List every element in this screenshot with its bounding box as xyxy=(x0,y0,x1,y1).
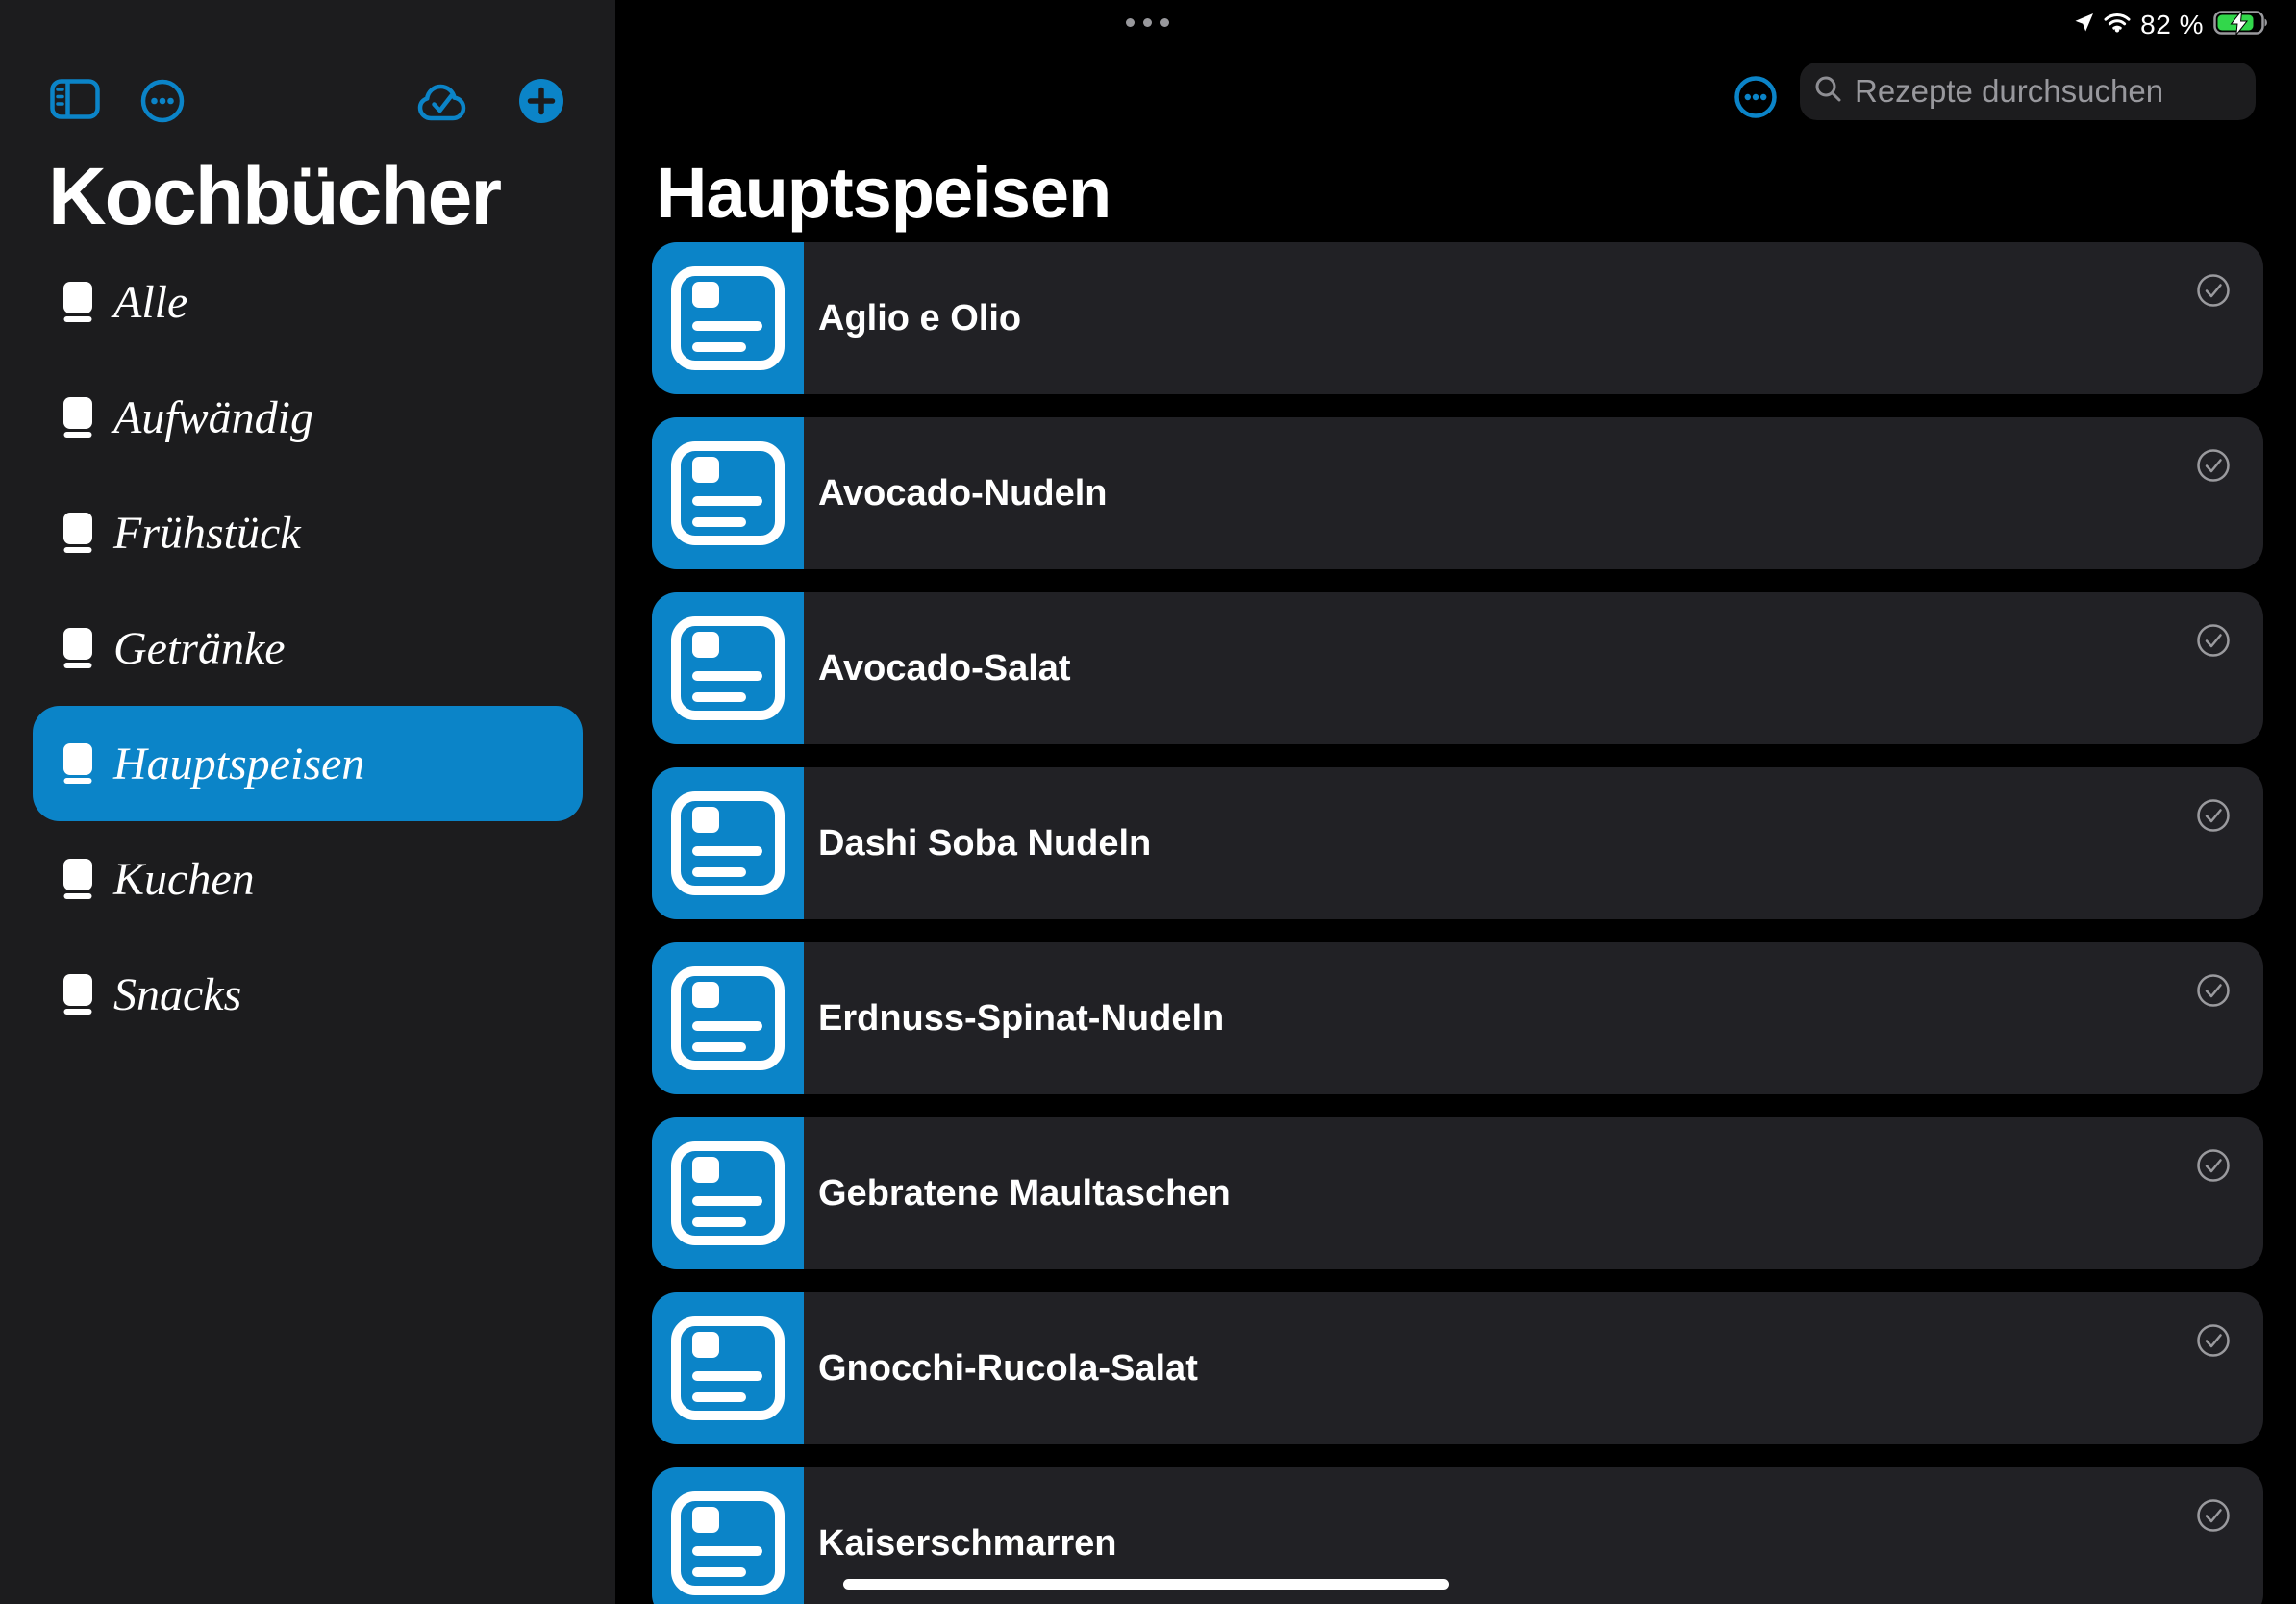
recipe-card-icon xyxy=(652,767,804,919)
recipe-card-icon xyxy=(652,592,804,744)
cookbook-list: Alle Aufwändig xyxy=(0,244,615,1052)
book-icon xyxy=(63,282,92,322)
check-circle-icon[interactable] xyxy=(2197,799,2230,832)
drag-handle-dots[interactable] xyxy=(1126,18,1169,27)
cloud-check-icon xyxy=(416,113,468,128)
search-icon xyxy=(1813,74,1843,109)
recipe-title: Gebratene Maultaschen xyxy=(818,1117,1231,1269)
battery-charging-icon xyxy=(2213,11,2269,39)
recipe-row[interactable]: Gnocchi-Rucola-Salat xyxy=(652,1292,2263,1444)
recipe-row[interactable]: Erdnuss-Spinat-Nudeln xyxy=(652,942,2263,1094)
sidebar-item-label: Snacks xyxy=(113,968,241,1021)
check-circle-icon[interactable] xyxy=(2197,449,2230,482)
plus-circle-icon xyxy=(518,113,564,127)
sidebar-item-label: Kuchen xyxy=(113,853,255,906)
check-circle-icon[interactable] xyxy=(2197,974,2230,1007)
check-circle-icon[interactable] xyxy=(2197,624,2230,657)
wifi-icon xyxy=(2104,13,2131,38)
sidebar-item-label: Alle xyxy=(113,276,187,329)
check-circle-icon[interactable] xyxy=(2197,274,2230,307)
recipe-card-icon xyxy=(652,1292,804,1444)
sidebar-toggle-icon xyxy=(50,108,100,122)
home-indicator[interactable] xyxy=(843,1579,1449,1590)
recipe-title: Erdnuss-Spinat-Nudeln xyxy=(818,942,1224,1094)
book-icon xyxy=(63,397,92,438)
search-bar xyxy=(1800,63,2256,120)
recipe-title: Dashi Soba Nudeln xyxy=(818,767,1151,919)
ellipsis-circle-icon xyxy=(140,112,185,126)
check-circle-icon[interactable] xyxy=(2197,1324,2230,1357)
content-area: 82 % xyxy=(615,0,2296,1604)
recipe-title: Aglio e Olio xyxy=(818,242,1021,394)
sidebar-item[interactable]: Getränke xyxy=(33,590,583,706)
sidebar-toggle-button[interactable] xyxy=(50,79,100,122)
sidebar-item-label: Aufwändig xyxy=(113,391,313,444)
sidebar-item[interactable]: Aufwändig xyxy=(33,360,583,475)
recipe-row[interactable]: Avocado-Nudeln xyxy=(652,417,2263,569)
recipe-card-icon xyxy=(652,242,804,394)
check-circle-icon[interactable] xyxy=(2197,1149,2230,1182)
search-input[interactable] xyxy=(1853,72,2242,111)
book-icon xyxy=(63,974,92,1015)
recipe-card-icon xyxy=(652,942,804,1094)
location-arrow-icon xyxy=(2074,13,2094,38)
check-circle-icon[interactable] xyxy=(2197,1499,2230,1532)
sidebar-item[interactable]: Hauptspeisen xyxy=(33,706,583,821)
sidebar-item[interactable]: Alle xyxy=(33,244,583,360)
sidebar-item-label: Getränke xyxy=(113,622,286,675)
sidebar-more-button[interactable] xyxy=(140,79,185,126)
page-title: Hauptspeisen xyxy=(656,152,1111,234)
sidebar-title: Kochbücher xyxy=(48,150,500,243)
recipe-card-icon xyxy=(652,1117,804,1269)
app-screen: Kochbücher Alle xyxy=(0,0,2296,1604)
cloud-sync-button[interactable] xyxy=(416,81,468,128)
sidebar-item-label: Frühstück xyxy=(113,507,301,560)
recipe-title: Gnocchi-Rucola-Salat xyxy=(818,1292,1198,1444)
book-icon xyxy=(63,743,92,784)
add-cookbook-button[interactable] xyxy=(518,78,564,127)
sidebar-item[interactable]: Kuchen xyxy=(33,821,583,937)
battery-percent-label: 82 % xyxy=(2140,10,2204,40)
sidebar-item[interactable]: Frühstück xyxy=(33,475,583,590)
sidebar: Kochbücher Alle xyxy=(0,0,615,1604)
recipe-card-icon xyxy=(652,1467,804,1604)
more-options-button[interactable] xyxy=(1734,76,1777,118)
recipe-row[interactable]: Aglio e Olio xyxy=(652,242,2263,394)
recipe-title: Avocado-Nudeln xyxy=(818,417,1108,569)
sidebar-toolbar xyxy=(0,75,615,129)
sidebar-item-label: Hauptspeisen xyxy=(113,738,364,790)
recipe-title: Avocado-Salat xyxy=(818,592,1071,744)
ellipsis-circle-icon xyxy=(1734,107,1777,121)
book-icon xyxy=(63,628,92,668)
status-bar: 82 % xyxy=(2074,10,2269,40)
book-icon xyxy=(63,513,92,553)
recipe-list: Aglio e Olio xyxy=(652,242,2263,1604)
recipe-row[interactable]: Gebratene Maultaschen xyxy=(652,1117,2263,1269)
recipe-row[interactable]: Avocado-Salat xyxy=(652,592,2263,744)
book-icon xyxy=(63,859,92,899)
sidebar-item[interactable]: Snacks xyxy=(33,937,583,1052)
recipe-card-icon xyxy=(652,417,804,569)
recipe-row[interactable]: Dashi Soba Nudeln xyxy=(652,767,2263,919)
